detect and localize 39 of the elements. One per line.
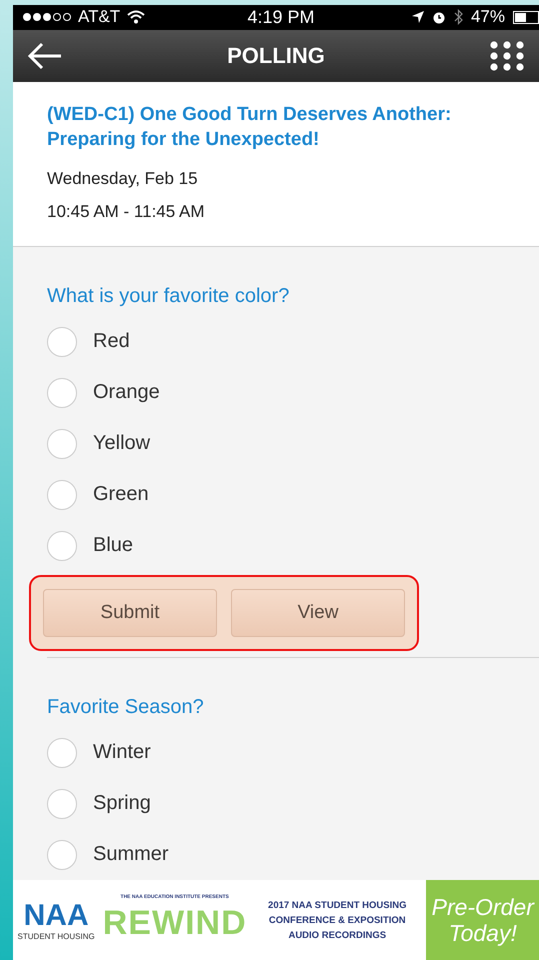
poll-question: What is your favorite color? [47,285,290,308]
location-arrow-icon [412,11,424,24]
radio-button[interactable] [47,326,77,356]
radio-button[interactable] [47,428,77,458]
radio-button[interactable] [47,378,77,408]
grid-menu-icon[interactable] [489,40,525,72]
submit-button[interactable]: Submit [43,589,217,637]
poll-question: Favorite Season? [47,696,205,719]
bluetooth-icon [454,9,463,26]
session-date: Wednesday, Feb 15 [47,168,199,190]
radio-button[interactable] [47,840,77,870]
radio-button[interactable] [47,530,77,560]
battery-icon [512,10,539,24]
carrier-name: AT&T [78,7,120,28]
rewind-logo: REWIND [102,903,247,944]
banner-text: 2017 NAA STUDENT HOUSING CONFERENCE & EXPOSITION AUDIO RECORDINGS [267,898,408,942]
page-title: POLLING [227,42,325,69]
wifi-icon [127,10,146,24]
option-label[interactable]: Spring [93,792,151,815]
radio-button[interactable] [47,738,77,768]
option-label[interactable]: Winter [93,741,151,764]
back-arrow-icon[interactable] [27,40,63,71]
option-label[interactable]: Yellow [93,432,150,455]
option-label[interactable]: Orange [93,381,160,404]
battery-percent: 47% [470,7,505,28]
session-time: 10:45 AM - 11:45 AM [47,201,206,223]
naa-logo: NAA [24,900,89,932]
logo-subtitle: STUDENT HOUSING [18,932,95,940]
signal-icon [23,13,71,22]
option-label[interactable]: Summer [93,843,169,866]
session-title: (WED-C1) One Good Turn Deserves Another: Preparing for the Unexpected! [47,103,452,152]
option-label[interactable]: Green [93,483,149,506]
option-label[interactable]: Blue [93,534,134,557]
view-button[interactable]: View [231,589,405,637]
radio-button[interactable] [47,480,77,510]
alarm-clock-icon [432,10,446,24]
option-label[interactable]: Red [93,330,130,353]
radio-button[interactable] [47,788,77,818]
clock-time: 4:19 PM [247,6,315,28]
